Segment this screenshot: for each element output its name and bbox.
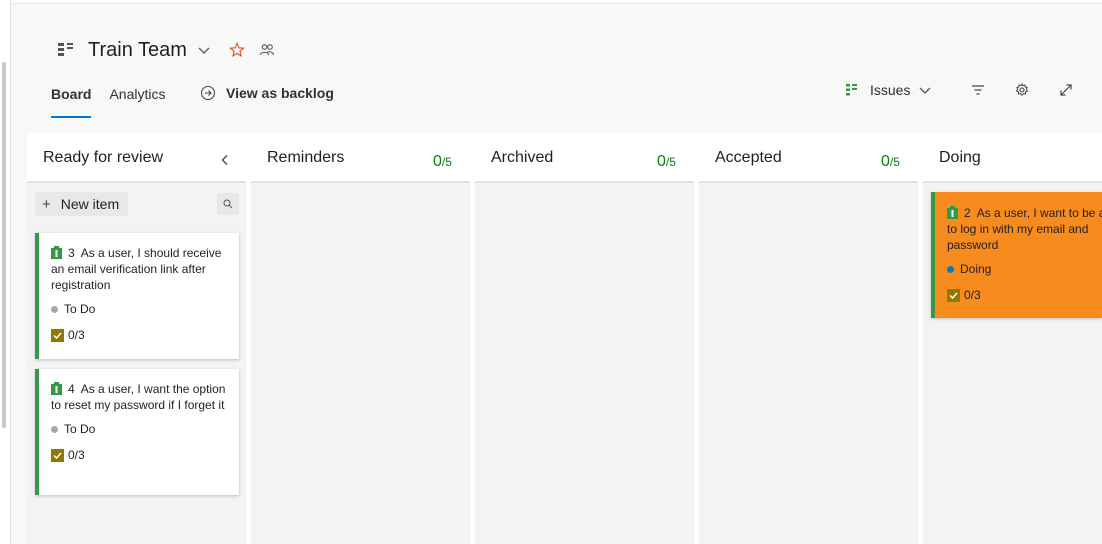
column-body-archived bbox=[475, 183, 694, 544]
card-state[interactable]: Doing bbox=[947, 262, 1102, 276]
column-title: Doing bbox=[939, 148, 981, 166]
column-body-reminders bbox=[251, 183, 470, 544]
column-search-button[interactable] bbox=[217, 193, 239, 215]
column-header-doing[interactable]: Doing bbox=[939, 133, 981, 182]
team-board-icon bbox=[56, 40, 76, 60]
collapse-column-chevron-left-icon[interactable] bbox=[218, 153, 232, 167]
card-id: 4 bbox=[68, 382, 75, 396]
column-header-archived[interactable]: Archived bbox=[491, 133, 553, 182]
view-as-backlog-label: View as backlog bbox=[226, 85, 334, 101]
team-members-icon[interactable] bbox=[259, 42, 275, 58]
backlog-level-icon bbox=[844, 82, 860, 98]
column-wip-count: 0/5 bbox=[433, 153, 452, 170]
card-tasks[interactable]: 0/3 bbox=[947, 288, 1102, 302]
card-state-label: To Do bbox=[64, 302, 96, 316]
checkbox-checked-icon bbox=[947, 288, 960, 302]
user-story-icon bbox=[51, 382, 62, 395]
work-item-card-doing[interactable]: 2As a user, I want to be able to log in … bbox=[931, 192, 1102, 318]
column-title: Ready for review bbox=[43, 148, 164, 166]
column-wip-count: 0/5 bbox=[657, 153, 676, 170]
team-header: Train Team bbox=[56, 36, 275, 64]
card-title[interactable]: As a user, I want the option to reset my… bbox=[51, 382, 225, 412]
tab-analytics[interactable]: Analytics bbox=[109, 86, 165, 118]
new-item-button[interactable]: + New item bbox=[35, 192, 128, 216]
card-tasks-count: 0/3 bbox=[68, 328, 85, 342]
backlog-level-dropdown[interactable]: Issues bbox=[844, 82, 932, 98]
column-title: Accepted bbox=[715, 148, 782, 166]
card-tasks-count: 0/3 bbox=[68, 448, 85, 462]
card-state[interactable]: To Do bbox=[51, 422, 229, 436]
search-icon bbox=[223, 199, 233, 209]
user-story-icon bbox=[947, 206, 958, 219]
column-header-accepted[interactable]: Accepted bbox=[715, 133, 782, 182]
card-state-label: Doing bbox=[960, 262, 992, 276]
work-item-card[interactable]: 4 As a user, I want the option to reset m… bbox=[35, 369, 239, 495]
plus-icon: + bbox=[42, 195, 51, 213]
filter-icon[interactable] bbox=[970, 82, 986, 98]
tab-board[interactable]: Board bbox=[51, 86, 92, 118]
board-page: Train Team Board Analytics View as backl… bbox=[0, 0, 1102, 544]
state-dot-icon bbox=[51, 425, 58, 433]
column-title: Reminders bbox=[267, 148, 345, 166]
card-state[interactable]: To Do bbox=[51, 302, 229, 316]
page-scrollbar[interactable] bbox=[2, 62, 6, 428]
user-story-icon bbox=[51, 246, 62, 259]
state-dot-icon bbox=[51, 305, 58, 313]
column-header-reminders[interactable]: Reminders bbox=[267, 133, 344, 182]
favorite-star-icon[interactable] bbox=[229, 42, 245, 58]
card-id: 3 bbox=[68, 246, 75, 260]
team-selector-chevron-down-icon[interactable] bbox=[197, 43, 211, 57]
card-id: 2 bbox=[964, 206, 971, 220]
gear-icon[interactable] bbox=[1014, 82, 1030, 98]
card-title-line: 3 As a user, I should receive an email ve… bbox=[51, 245, 229, 293]
card-tasks[interactable]: 0/3 bbox=[51, 448, 229, 462]
card-state-label: To Do bbox=[64, 422, 96, 436]
column-body-accepted bbox=[699, 183, 918, 544]
top-strip bbox=[12, 0, 1102, 4]
board-tabs: Board Analytics bbox=[51, 86, 183, 118]
issues-label: Issues bbox=[870, 82, 911, 98]
card-title-line: 2As a user, I want to be able to log in … bbox=[947, 205, 1102, 253]
work-item-card[interactable]: 3 As a user, I should receive an email ve… bbox=[35, 233, 239, 359]
card-title-line: 4 As a user, I want the option to reset m… bbox=[51, 381, 229, 413]
view-as-backlog-link[interactable]: View as backlog bbox=[200, 85, 334, 101]
state-dot-icon bbox=[947, 265, 954, 273]
board-toolbar: Issues bbox=[844, 78, 1074, 102]
column-title: Archived bbox=[491, 148, 554, 166]
card-title[interactable]: As a user, I should receive an email ver… bbox=[51, 246, 221, 292]
column-header-ready-for-review[interactable]: Ready for review bbox=[43, 133, 163, 182]
card-tasks-count: 0/3 bbox=[964, 288, 981, 302]
checkbox-checked-icon bbox=[51, 448, 64, 462]
team-title: Train Team bbox=[88, 38, 187, 61]
checkbox-checked-icon bbox=[51, 328, 64, 342]
arrow-circle-right-icon bbox=[200, 85, 216, 101]
card-tasks[interactable]: 0/3 bbox=[51, 328, 229, 342]
chevron-down-icon bbox=[918, 83, 932, 97]
new-item-label: New item bbox=[60, 196, 120, 212]
fullscreen-expand-icon[interactable] bbox=[1058, 82, 1074, 98]
column-wip-count: 0/5 bbox=[881, 153, 900, 170]
